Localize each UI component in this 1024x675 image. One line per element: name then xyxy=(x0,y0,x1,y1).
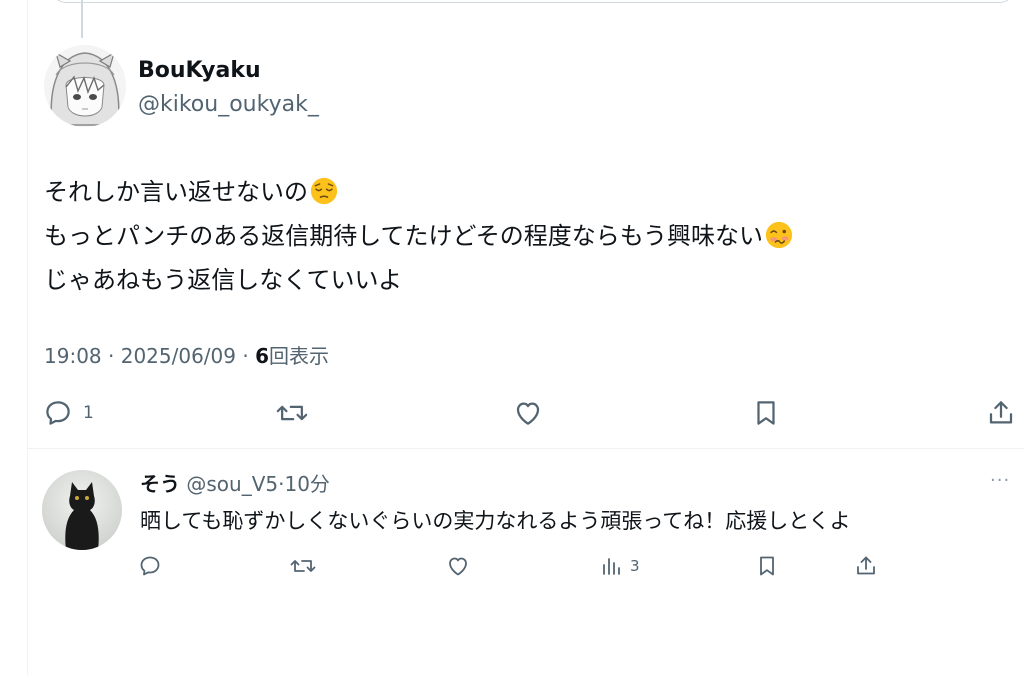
thread-connector-line xyxy=(81,0,83,38)
tweet-detail-view: BouKyaku @kikou_oukyak_ それしか言い返せないの もっとパ… xyxy=(0,0,1024,675)
views-label: 回表示 xyxy=(269,344,329,368)
retweet-button[interactable] xyxy=(276,398,308,428)
analytics-icon xyxy=(603,558,620,575)
pensive-face-emoji xyxy=(310,177,338,205)
reply-header: そう @sou_V5·10分 xyxy=(140,468,330,497)
like-button[interactable] xyxy=(513,398,543,428)
meta-separator: · xyxy=(242,344,249,368)
author-handle[interactable]: @kikou_oukyak_ xyxy=(138,92,319,117)
post-line-2: もっとパンチのある返信期待してたけどその程度ならもう興味ない xyxy=(44,214,1004,258)
post-line-3-text: じゃあねもう返信しなくていいよ xyxy=(44,266,403,294)
reply-text: 晒しても恥ずかしくないぐらいの実力なれるよう頑張ってね！応援しとくよ xyxy=(140,509,851,533)
views-count: 6 xyxy=(255,344,269,368)
post-line-2-text: もっとパンチのある返信期待してたけどその程度ならもう興味ない xyxy=(44,222,764,250)
post-line-1-text: それしか言い返せないの xyxy=(44,178,308,206)
reply-icon xyxy=(140,556,160,576)
more-icon[interactable]: ··· xyxy=(990,470,1010,491)
reply-share-button[interactable] xyxy=(854,554,878,578)
post-meta: 19:08 · 2025/06/09 · 6回表示 xyxy=(44,340,329,369)
reply-icon xyxy=(46,401,70,425)
woozy-face-emoji xyxy=(765,221,793,249)
post-time[interactable]: 19:08 xyxy=(44,344,102,368)
author-display-name[interactable]: BouKyaku xyxy=(138,58,261,83)
share-icon xyxy=(857,556,875,575)
reply-like-button[interactable] xyxy=(446,554,470,578)
avatar-image xyxy=(44,45,126,127)
post-date[interactable]: 2025/06/09 xyxy=(121,344,236,368)
retweet-icon xyxy=(276,405,308,421)
bookmark-button[interactable] xyxy=(751,398,781,428)
reply-analytics-button[interactable]: 3 xyxy=(600,554,640,578)
reply-bookmark-button[interactable] xyxy=(755,554,779,578)
timeline-left-border xyxy=(27,0,28,675)
like-icon xyxy=(449,557,467,576)
reply-count: 1 xyxy=(83,403,94,423)
post-line-3: じゃあねもう返信しなくていいよ xyxy=(44,258,1004,302)
avatar[interactable] xyxy=(44,45,126,127)
reply-avatar[interactable] xyxy=(42,470,122,550)
reply-button[interactable]: 1 xyxy=(43,398,94,428)
like-icon xyxy=(516,402,540,425)
bookmark-icon xyxy=(760,556,774,576)
reply-display-name[interactable]: そう xyxy=(140,472,180,496)
reply-avatar-image xyxy=(42,470,122,550)
reply-reply-button[interactable] xyxy=(138,554,162,578)
retweet-icon xyxy=(290,560,316,572)
divider xyxy=(27,448,1024,449)
reply-views-count: 3 xyxy=(630,557,640,575)
reply-retweet-button[interactable] xyxy=(290,554,316,578)
meta-separator: · xyxy=(108,344,115,368)
share-button[interactable] xyxy=(986,398,1016,428)
post-text: それしか言い返せないの もっとパンチのある返信期待してたけどその程度ならもう興味… xyxy=(44,170,1004,302)
share-icon xyxy=(989,401,1013,424)
reply-handle[interactable]: @sou_V5 xyxy=(186,472,278,496)
quoted-card-edge xyxy=(52,0,1014,3)
reply-time[interactable]: 10分 xyxy=(284,472,329,496)
bookmark-icon xyxy=(757,401,775,425)
post-line-1: それしか言い返せないの xyxy=(44,170,1004,214)
